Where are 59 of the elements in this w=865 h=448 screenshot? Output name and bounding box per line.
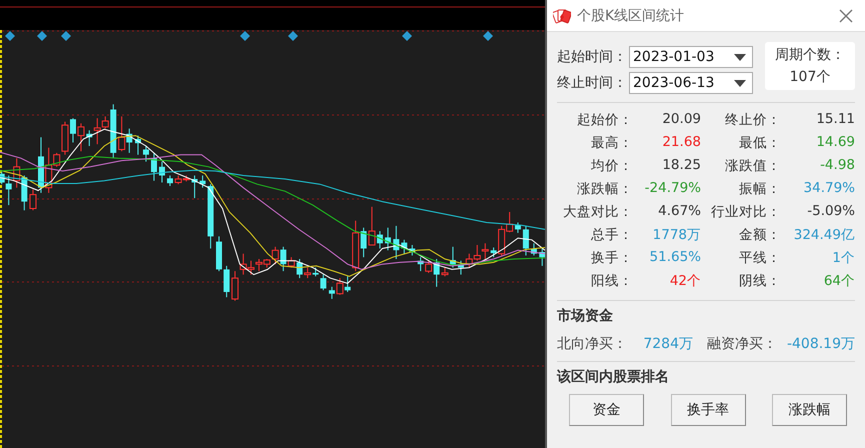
diamond-marker-icon <box>37 31 47 41</box>
fund-label: 北向净买： <box>557 335 627 353</box>
diamond-marker-icon <box>240 31 250 41</box>
stat-value: 1个 <box>831 249 855 267</box>
period-value: 107个 <box>790 68 830 86</box>
diamond-marker-icon <box>5 31 15 41</box>
stat-value: -4.98 <box>819 157 855 175</box>
stat-label: 最高： <box>590 134 633 152</box>
stat-label: 振幅： <box>738 180 781 198</box>
stat-label: 行业对比： <box>710 203 781 221</box>
section-title: 该区间内股票排名 <box>557 368 670 386</box>
stat-value: 14.69 <box>815 134 855 152</box>
stat-value: 21.68 <box>661 134 701 152</box>
stat-value: 42个 <box>668 272 701 290</box>
section-title: 市场资金 <box>557 307 614 325</box>
stat-value: -5.09% <box>806 203 855 221</box>
stat-value: 64个 <box>822 272 855 290</box>
period-label: 周期个数： <box>775 46 845 64</box>
stat-value: 1778万 <box>652 226 701 244</box>
date-label: 终止时间： <box>557 74 627 92</box>
stat-label: 起始价： <box>576 111 633 129</box>
diamond-marker-icon <box>288 31 298 41</box>
stat-value: 20.09 <box>661 111 701 129</box>
stat-value: 51.65% <box>648 249 701 267</box>
stat-label: 阴线： <box>738 272 781 290</box>
cards-icon <box>553 8 571 24</box>
stat-label: 阳线： <box>590 272 633 290</box>
stat-label: 金额： <box>738 226 781 244</box>
date-label: 起始时间： <box>557 48 627 66</box>
date-dropdown[interactable]: 2023-06-13 <box>629 72 753 94</box>
stat-value: 34.79% <box>802 180 855 198</box>
stat-label: 涨跌幅： <box>576 180 633 198</box>
close-icon[interactable] <box>839 8 853 22</box>
caret-icon <box>734 54 746 60</box>
diamond-marker-icon <box>402 31 412 41</box>
caret-icon <box>734 80 746 86</box>
stat-value: 18.25 <box>661 157 701 175</box>
stat-label: 大盘对比： <box>562 203 633 221</box>
stat-label: 最低： <box>738 134 781 152</box>
stat-value: 15.11 <box>815 111 855 129</box>
diamond-marker-icon <box>483 31 493 41</box>
stat-label: 换手： <box>590 249 633 267</box>
rank-button[interactable]: 资金 <box>569 394 644 426</box>
rank-button[interactable]: 换手率 <box>670 394 746 426</box>
diamond-marker-icon <box>61 31 71 41</box>
stat-label: 平线： <box>738 249 781 267</box>
fund-label: 融资净买： <box>707 335 777 353</box>
stat-label: 总手： <box>590 226 633 244</box>
rank-button[interactable]: 涨跌幅 <box>772 394 847 426</box>
stat-label: 涨跌值： <box>724 157 781 175</box>
stat-value: 4.67% <box>657 203 701 221</box>
stat-value: -24.79% <box>644 180 701 198</box>
fund-value: 7284万 <box>642 335 693 353</box>
window-title: 个股K线区间统计 <box>577 6 686 24</box>
stat-label: 均价： <box>590 157 633 175</box>
stat-value: 324.49亿 <box>792 226 855 244</box>
date-dropdown[interactable]: 2023-01-03 <box>629 46 753 68</box>
fund-value: -408.19万 <box>786 335 855 353</box>
stat-label: 终止价： <box>724 111 781 129</box>
